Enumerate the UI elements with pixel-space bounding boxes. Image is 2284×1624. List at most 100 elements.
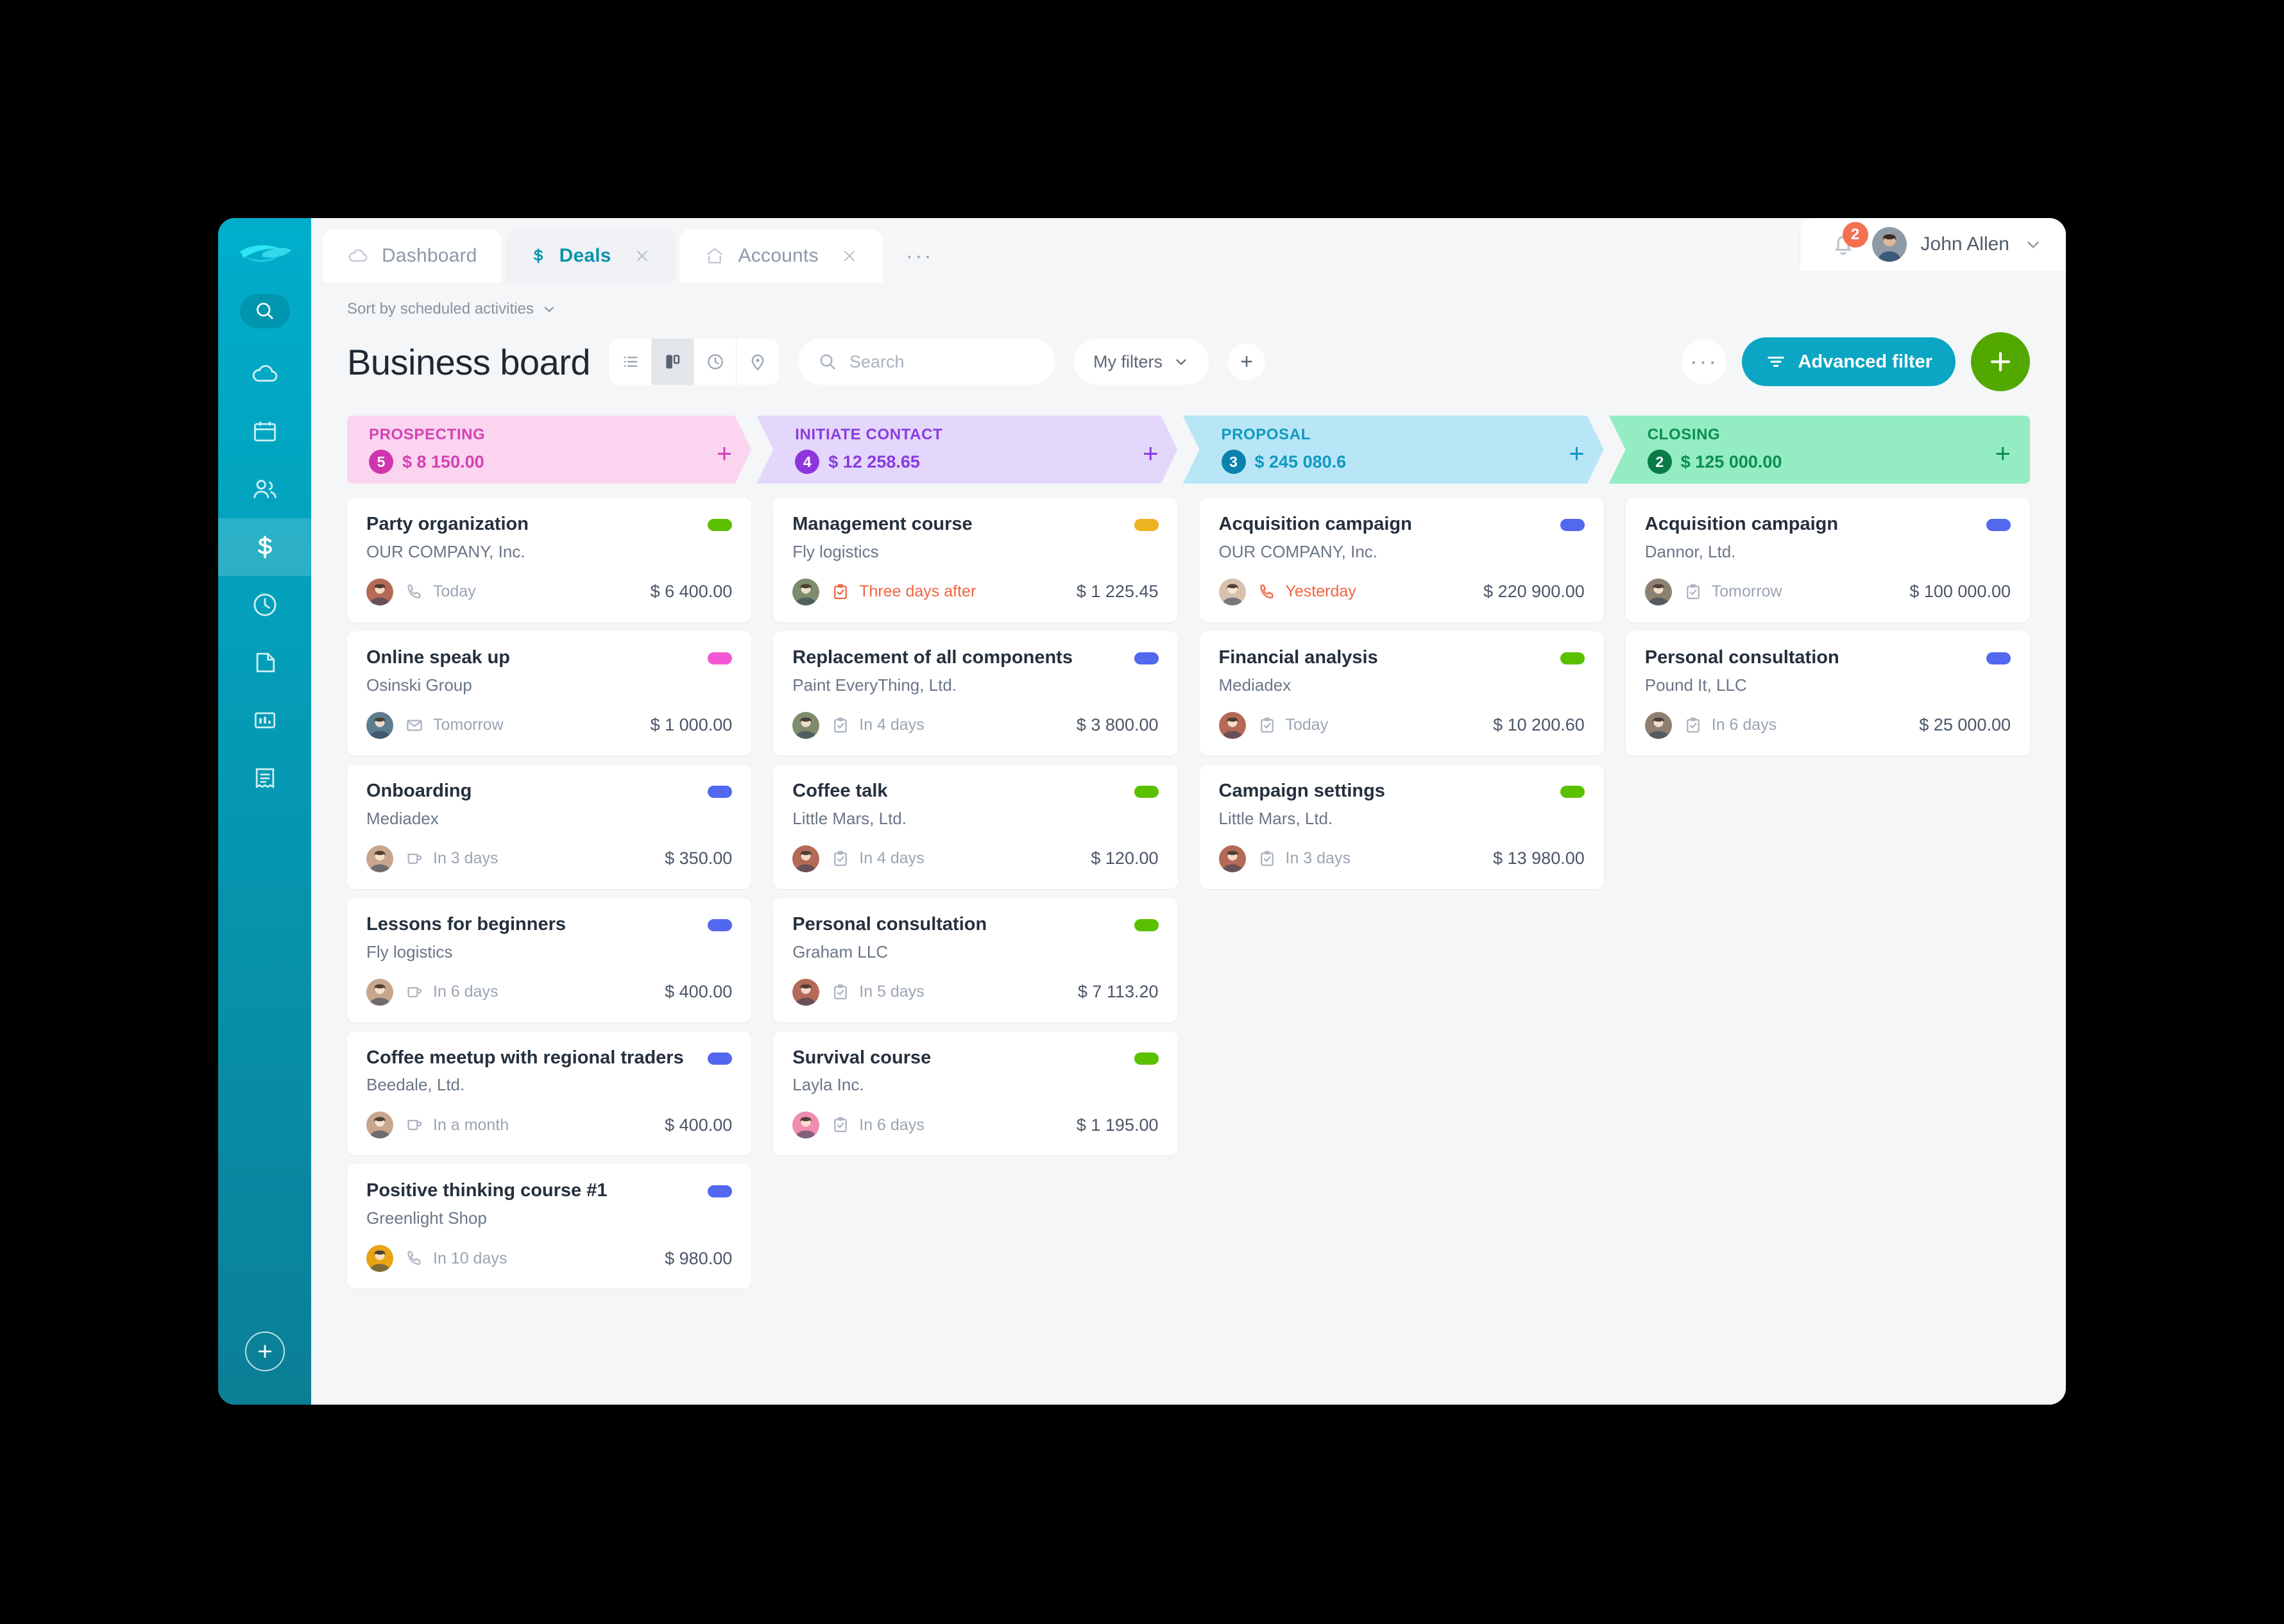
deal-card[interactable]: Campaign settings Little Mars, Ltd. In 3… (1199, 764, 1604, 889)
sidebar-search-button[interactable] (239, 294, 290, 328)
sidebar-item-invoices[interactable] (218, 749, 311, 807)
avatar[interactable] (366, 1112, 393, 1139)
column-add-card-button[interactable]: + (1569, 440, 1585, 467)
deal-card[interactable]: Coffee meetup with regional traders Beed… (347, 1031, 752, 1156)
view-kanban-button[interactable] (652, 339, 695, 385)
deal-activity[interactable]: In 4 days (831, 849, 925, 868)
close-icon[interactable] (633, 247, 651, 265)
status-badge[interactable] (1986, 519, 2011, 531)
status-badge[interactable] (1134, 1052, 1159, 1065)
status-badge[interactable] (708, 1185, 733, 1198)
avatar[interactable] (1644, 578, 1672, 605)
deal-activity[interactable]: In 3 days (405, 849, 498, 868)
avatar[interactable] (792, 978, 820, 1006)
deal-activity[interactable]: In 10 days (405, 1249, 507, 1268)
sidebar-item-deals[interactable] (218, 518, 311, 576)
deal-card[interactable]: Positive thinking course #1 Greenlight S… (347, 1164, 752, 1289)
avatar[interactable] (1218, 711, 1246, 739)
view-list-button[interactable] (609, 339, 652, 385)
avatar[interactable] (792, 578, 820, 605)
status-badge[interactable] (1560, 785, 1585, 798)
status-badge[interactable] (1134, 519, 1159, 531)
avatar[interactable] (792, 711, 820, 739)
deal-activity[interactable]: Today (405, 582, 476, 602)
my-filters-dropdown[interactable]: My filters (1074, 339, 1209, 385)
status-badge[interactable] (1134, 652, 1159, 664)
sidebar-add-button[interactable] (244, 1332, 285, 1371)
column-add-card-button[interactable]: + (1995, 440, 2011, 467)
deal-activity[interactable]: In 5 days (831, 983, 925, 1002)
close-icon[interactable] (840, 247, 858, 265)
deal-activity[interactable]: Three days after (831, 582, 976, 602)
avatar[interactable] (366, 845, 393, 872)
deal-activity[interactable]: In 4 days (831, 716, 925, 735)
avatar[interactable] (366, 711, 393, 739)
status-badge[interactable] (708, 785, 733, 798)
search-input[interactable] (849, 351, 1036, 372)
deal-activity[interactable]: In 6 days (1683, 716, 1777, 735)
tab-overflow-button[interactable]: ··· (887, 230, 953, 282)
deal-card[interactable]: Party organization OUR COMPANY, Inc. Tod… (347, 498, 752, 622)
sidebar-item-contacts[interactable] (218, 461, 311, 518)
deal-card[interactable]: Survival course Layla Inc. In 6 days $ 1… (773, 1031, 1178, 1156)
status-badge[interactable] (708, 519, 733, 531)
deal-card[interactable]: Personal consultation Pound It, LLC In 6… (1625, 630, 2030, 756)
avatar[interactable] (366, 978, 393, 1006)
more-actions-button[interactable]: ··· (1681, 339, 1726, 384)
deal-card[interactable]: Management course Fly logistics Three da… (773, 498, 1178, 622)
sidebar-item-analytics[interactable] (218, 691, 311, 749)
deal-card[interactable]: Personal consultation Graham LLC In 5 da… (773, 897, 1178, 1022)
deal-card[interactable]: Acquisition campaign OUR COMPANY, Inc. Y… (1199, 498, 1604, 622)
deal-activity[interactable]: In 6 days (831, 1115, 925, 1135)
app-logo[interactable] (237, 236, 293, 275)
deal-activity[interactable]: Yesterday (1257, 582, 1356, 602)
avatar[interactable] (1218, 845, 1246, 872)
deal-activity[interactable]: In a month (405, 1115, 509, 1135)
avatar[interactable] (1218, 578, 1246, 605)
column-add-card-button[interactable]: + (717, 440, 733, 467)
deal-card[interactable]: Replacement of all components Paint Ever… (773, 630, 1178, 756)
sidebar-item-activities[interactable] (218, 576, 311, 634)
tab-deals[interactable]: Deals (505, 230, 676, 282)
column-add-card-button[interactable]: + (1143, 440, 1159, 467)
deal-card[interactable]: Coffee talk Little Mars, Ltd. In 4 days … (773, 764, 1178, 889)
sidebar-item-cloud[interactable] (218, 345, 311, 403)
add-filter-button[interactable]: + (1228, 343, 1266, 380)
deal-activity[interactable]: Today (1257, 716, 1328, 735)
sort-selector[interactable]: Sort by scheduled activities (347, 300, 2030, 318)
sidebar-item-calendar[interactable] (218, 403, 311, 461)
avatar[interactable] (366, 1245, 393, 1273)
deal-activity[interactable]: In 3 days (1257, 849, 1351, 868)
status-badge[interactable] (1560, 519, 1585, 531)
deal-card[interactable]: Onboarding Mediadex In 3 days $ 350.00 (347, 764, 752, 889)
deal-card[interactable]: Financial analysis Mediadex Today $ 10 2… (1199, 630, 1604, 756)
deal-activity[interactable]: In 6 days (405, 983, 498, 1002)
notifications-button[interactable]: 2 (1828, 222, 1868, 259)
deal-activity[interactable]: Tomorrow (405, 716, 504, 735)
avatar[interactable] (792, 1112, 820, 1139)
status-badge[interactable] (1986, 652, 2011, 664)
deal-activity[interactable]: Tomorrow (1683, 582, 1782, 602)
tab-accounts[interactable]: Accounts (679, 230, 883, 282)
add-deal-button[interactable] (1971, 332, 2030, 391)
sidebar-item-documents[interactable] (218, 634, 311, 691)
status-badge[interactable] (708, 652, 733, 664)
advanced-filter-button[interactable]: Advanced filter (1741, 337, 1956, 386)
search-box[interactable] (798, 339, 1055, 385)
view-map-button[interactable] (737, 339, 779, 385)
status-badge[interactable] (1560, 652, 1585, 664)
tab-dashboard[interactable]: Dashboard (323, 230, 502, 282)
deal-card[interactable]: Online speak up Osinski Group Tomorrow $… (347, 630, 752, 756)
deal-card[interactable]: Acquisition campaign Dannor, Ltd. Tomorr… (1625, 498, 2030, 622)
view-timeline-button[interactable] (694, 339, 737, 385)
status-badge[interactable] (1134, 785, 1159, 798)
avatar[interactable] (1871, 227, 1907, 262)
status-badge[interactable] (708, 1052, 733, 1065)
deal-card[interactable]: Lessons for beginners Fly logistics In 6… (347, 897, 752, 1022)
chevron-down-icon[interactable] (2024, 235, 2043, 254)
avatar[interactable] (1644, 711, 1672, 739)
status-badge[interactable] (1134, 918, 1159, 931)
avatar[interactable] (792, 845, 820, 872)
status-badge[interactable] (708, 918, 733, 931)
avatar[interactable] (366, 578, 393, 605)
